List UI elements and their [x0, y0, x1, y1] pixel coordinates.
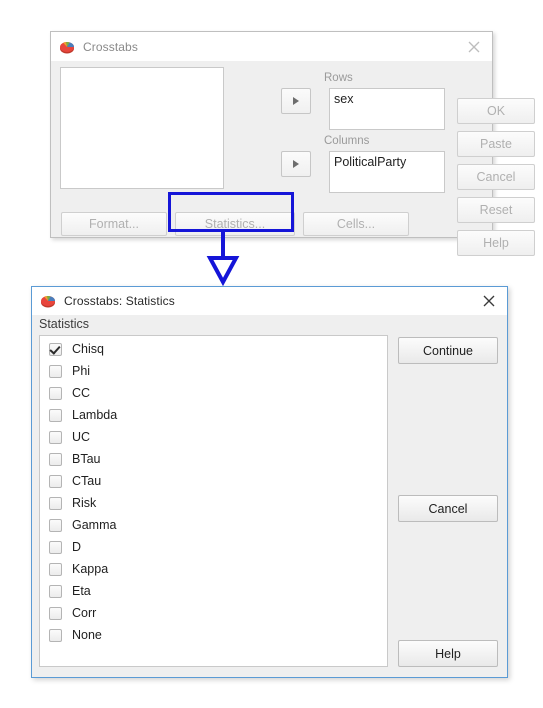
statistics-checkbox-list[interactable]: Chisq Phi CC Lambda UC BTau CTau Risk Ga… [39, 335, 388, 667]
checkbox-icon[interactable] [49, 474, 62, 488]
list-item-label: Phi [72, 364, 91, 378]
rows-field[interactable]: sex [329, 88, 445, 130]
list-item[interactable]: CTau [40, 470, 387, 492]
checkbox-icon[interactable] [49, 430, 62, 444]
paste-button[interactable]: Paste [457, 131, 535, 157]
list-item[interactable]: BTau [40, 448, 387, 470]
help-button[interactable]: Help [398, 640, 498, 667]
checkbox-icon[interactable] [49, 628, 62, 642]
list-item[interactable]: Gamma [40, 514, 387, 536]
checkbox-icon[interactable] [49, 342, 62, 356]
pie-chart-icon [59, 39, 75, 55]
checkbox-icon[interactable] [49, 540, 62, 554]
list-item-label: Corr [72, 606, 97, 620]
list-item[interactable]: Phi [40, 360, 387, 382]
crosstabs-titlebar: Crosstabs [51, 32, 492, 61]
list-item[interactable]: Eta [40, 580, 387, 602]
checkbox-icon[interactable] [49, 584, 62, 598]
statistics-button-highlight [168, 192, 294, 232]
checkbox-icon[interactable] [49, 386, 62, 400]
checkbox-icon[interactable] [49, 452, 62, 466]
list-item[interactable]: Kappa [40, 558, 387, 580]
crosstabs-statistics-dialog: Crosstabs: Statistics Statistics Chisq P… [31, 286, 508, 678]
close-icon[interactable] [479, 291, 499, 311]
list-item-label: D [72, 540, 82, 554]
list-item-label: None [72, 628, 102, 642]
list-item[interactable]: Lambda [40, 404, 387, 426]
statistics-body: Statistics Chisq Phi CC Lambda UC BTau C… [32, 315, 507, 677]
close-icon[interactable] [464, 37, 484, 57]
columns-label: Columns [324, 135, 370, 147]
list-item[interactable]: D [40, 536, 387, 558]
checkbox-icon[interactable] [49, 562, 62, 576]
cancel-button[interactable]: Cancel [457, 164, 535, 190]
cells-button[interactable]: Cells... [303, 212, 409, 236]
checkbox-icon[interactable] [49, 606, 62, 620]
crosstabs-title: Crosstabs [83, 39, 138, 54]
list-item[interactable]: CC [40, 382, 387, 404]
list-item[interactable]: Risk [40, 492, 387, 514]
triangle-right-icon [293, 97, 299, 105]
continue-button[interactable]: Continue [398, 337, 498, 364]
move-to-columns-button[interactable] [281, 151, 311, 177]
format-button[interactable]: Format... [61, 212, 167, 236]
ok-button[interactable]: OK [457, 98, 535, 124]
statistics-title: Crosstabs: Statistics [64, 294, 175, 308]
checkbox-icon[interactable] [49, 408, 62, 422]
checkbox-icon[interactable] [49, 364, 62, 378]
list-item-label: Chisq [72, 342, 104, 356]
list-item[interactable]: Chisq [40, 338, 387, 360]
down-arrow-icon [196, 230, 266, 287]
list-item-label: Eta [72, 584, 91, 598]
list-item-label: CC [72, 386, 91, 400]
list-item-label: BTau [72, 452, 101, 466]
list-item-label: CTau [72, 474, 102, 488]
move-to-rows-button[interactable] [281, 88, 311, 114]
list-item[interactable]: Corr [40, 602, 387, 624]
list-item-label: Risk [72, 496, 97, 510]
source-variable-list[interactable] [60, 67, 224, 189]
list-item-label: UC [72, 430, 91, 444]
columns-field[interactable]: PoliticalParty [329, 151, 445, 193]
checkbox-icon[interactable] [49, 496, 62, 510]
list-item-label: Lambda [72, 408, 118, 422]
statistics-titlebar: Crosstabs: Statistics [32, 287, 507, 315]
pie-chart-icon [40, 293, 56, 309]
list-item[interactable]: None [40, 624, 387, 646]
triangle-right-icon [293, 160, 299, 168]
list-item-label: Gamma [72, 518, 117, 532]
statistics-group-label: Statistics [39, 317, 90, 331]
list-item-label: Kappa [72, 562, 109, 576]
cancel-button[interactable]: Cancel [398, 495, 498, 522]
rows-label: Rows [324, 72, 353, 84]
list-item[interactable]: UC [40, 426, 387, 448]
checkbox-icon[interactable] [49, 518, 62, 532]
